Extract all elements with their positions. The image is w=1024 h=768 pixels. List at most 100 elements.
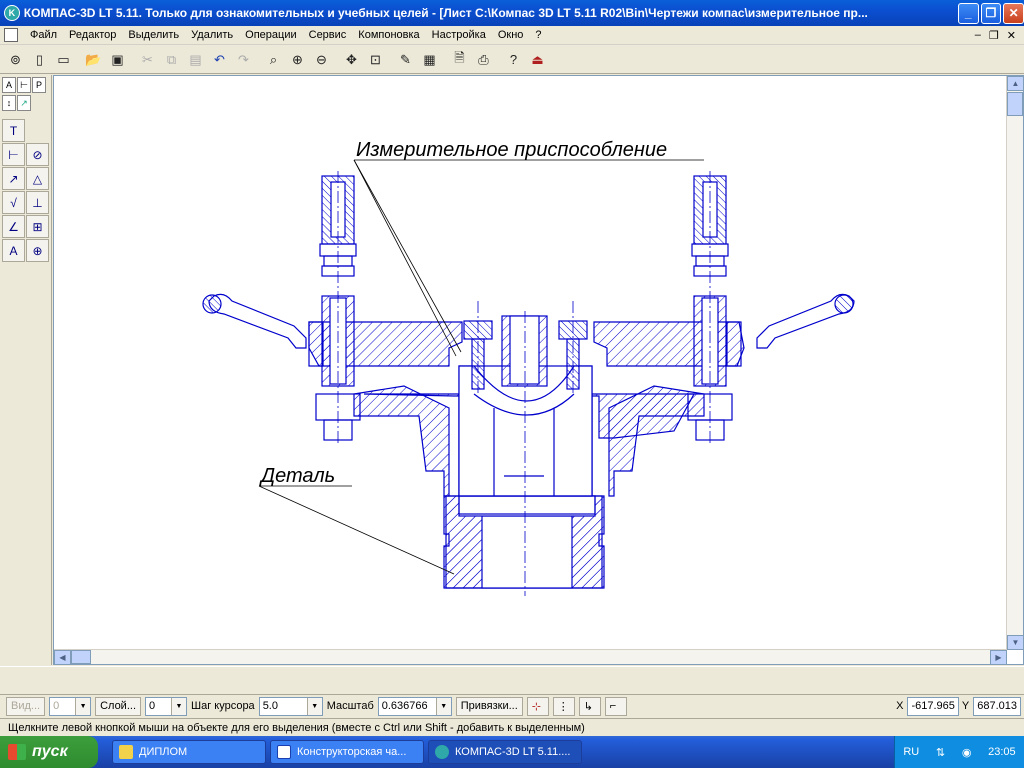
label-detail: Деталь: [259, 465, 335, 487]
linear-dimension-icon[interactable]: ⊢: [2, 143, 25, 166]
zoom-in-icon[interactable]: ⊕: [286, 48, 309, 71]
clock[interactable]: 23:05: [988, 746, 1016, 758]
task-word-document[interactable]: Конструкторская ча...: [270, 740, 424, 764]
zoom-window-icon[interactable]: ⌕: [262, 48, 285, 71]
copy-icon[interactable]: ⧉: [160, 48, 183, 71]
step-label: Шаг курсора: [191, 700, 255, 712]
exit-icon[interactable]: ⏏: [526, 48, 549, 71]
model-icon[interactable]: ⊚: [4, 48, 27, 71]
properties-icon[interactable]: ▦: [418, 48, 441, 71]
scroll-down-icon[interactable]: ▼: [1007, 635, 1024, 650]
menu-service[interactable]: Сервис: [303, 29, 353, 41]
menu-bar: Файл Редактор Выделить Удалить Операции …: [0, 26, 1024, 45]
start-button[interactable]: пуск: [0, 736, 98, 768]
roughness-icon[interactable]: √: [2, 191, 25, 214]
tab-parameters[interactable]: P: [32, 77, 46, 93]
snaps-button[interactable]: Привязки...: [455, 696, 523, 716]
scale-select[interactable]: 0.636766 ▼: [377, 696, 452, 716]
menu-operations[interactable]: Операции: [239, 29, 302, 41]
new-document-icon[interactable]: ▭: [52, 48, 75, 71]
angle-dimension-icon[interactable]: △: [26, 167, 49, 190]
base-symbol-icon[interactable]: ⊥: [26, 191, 49, 214]
drawing-area[interactable]: Измерительное приспособление Деталь ▲ ▼ …: [53, 75, 1024, 665]
leader-line-icon[interactable]: ∠: [2, 215, 25, 238]
task-label: Конструкторская ча...: [297, 746, 407, 758]
task-diplom[interactable]: ДИПЛОМ: [112, 740, 266, 764]
diameter-dimension-icon[interactable]: ⊘: [26, 143, 49, 166]
chevron-down-icon[interactable]: ▼: [75, 697, 91, 715]
redraw-icon[interactable]: ✎: [394, 48, 417, 71]
view-select[interactable]: 0 ▼: [49, 696, 92, 716]
zoom-out-icon[interactable]: ⊖: [310, 48, 333, 71]
kompas-app-icon[interactable]: K: [4, 5, 20, 21]
y-coordinate-field[interactable]: 687.013: [973, 696, 1021, 716]
language-indicator[interactable]: RU: [903, 746, 919, 758]
step-select[interactable]: 5.0 ▼: [258, 696, 323, 716]
folder-icon: [119, 745, 133, 759]
restore-button[interactable]: ❐: [980, 2, 1002, 24]
minimize-button[interactable]: _: [957, 2, 979, 24]
layer-button[interactable]: Слой...: [95, 696, 141, 716]
open-folder-icon[interactable]: 📂: [82, 48, 105, 71]
drawing-canvas[interactable]: Измерительное приспособление Деталь: [54, 76, 1007, 650]
menu-settings[interactable]: Настройка: [426, 29, 492, 41]
scroll-left-icon[interactable]: ◀: [54, 650, 71, 665]
menu-layout[interactable]: Компоновка: [352, 29, 425, 41]
layer-select[interactable]: 0 ▼: [145, 696, 187, 716]
scroll-up-icon[interactable]: ▲: [1007, 76, 1024, 91]
task-label: КОМПАС-3D LT 5.11....: [455, 746, 571, 758]
cut-icon[interactable]: ✂: [136, 48, 159, 71]
assembly-drawing[interactable]: [202, 171, 855, 596]
new-sheet-icon[interactable]: ▯: [28, 48, 51, 71]
vertical-scroll-thumb[interactable]: [1007, 92, 1023, 116]
current-snap-icon[interactable]: ⊹: [526, 696, 549, 716]
vertical-scrollbar[interactable]: ▲ ▼: [1006, 76, 1024, 650]
horizontal-scroll-thumb[interactable]: [71, 650, 91, 664]
volume-icon[interactable]: ◉: [962, 746, 972, 759]
paste-icon[interactable]: ▤: [184, 48, 207, 71]
preview-icon[interactable]: 🗎: [448, 48, 471, 71]
close-button[interactable]: ✕: [1003, 2, 1024, 24]
redo-icon[interactable]: ↷: [232, 48, 255, 71]
menu-help[interactable]: ?: [529, 29, 547, 41]
chevron-down-icon[interactable]: ▼: [435, 697, 451, 715]
network-icon[interactable]: ⇅: [936, 746, 945, 759]
tab-geometry[interactable]: A: [2, 77, 16, 93]
print-icon[interactable]: ⎙: [472, 48, 495, 71]
status-bar: Щелкните левой кнопкой мыши на объекте д…: [0, 718, 1024, 736]
horizontal-scrollbar[interactable]: ◀ ▶: [54, 649, 1007, 665]
document-icon[interactable]: [4, 28, 18, 42]
menu-delete[interactable]: Удалить: [185, 29, 239, 41]
tolerance-frame-icon[interactable]: ⊞: [26, 215, 49, 238]
task-kompas[interactable]: КОМПАС-3D LT 5.11....: [428, 740, 582, 764]
tab-edit[interactable]: ↕: [2, 95, 16, 111]
mdi-close-icon[interactable]: ✕: [1007, 29, 1016, 42]
x-coordinate-field[interactable]: -617.965: [907, 696, 959, 716]
menu-select[interactable]: Выделить: [122, 29, 185, 41]
position-mark-icon[interactable]: A: [2, 239, 25, 262]
menu-window[interactable]: Окно: [492, 29, 530, 41]
undo-icon[interactable]: ↶: [208, 48, 231, 71]
scroll-right-icon[interactable]: ▶: [990, 650, 1007, 665]
pan-icon[interactable]: ✥: [340, 48, 363, 71]
menu-editor[interactable]: Редактор: [63, 29, 122, 41]
save-icon[interactable]: ▣: [106, 48, 129, 71]
view-button[interactable]: Вид...: [6, 696, 46, 716]
mdi-restore-icon[interactable]: ❐: [989, 29, 999, 42]
ortho-mode-icon[interactable]: ⌐: [604, 696, 627, 716]
tab-select[interactable]: ↗: [17, 95, 31, 111]
text-tool-icon[interactable]: T: [2, 119, 25, 142]
grid-icon[interactable]: ⋮: [552, 696, 575, 716]
chevron-down-icon[interactable]: ▼: [171, 697, 186, 715]
center-mark-icon[interactable]: ⊕: [26, 239, 49, 262]
context-help-icon[interactable]: ?: [502, 48, 525, 71]
chevron-down-icon[interactable]: ▼: [306, 697, 322, 715]
radial-dimension-icon[interactable]: ↗: [2, 167, 25, 190]
tab-dimensions[interactable]: ⊢: [17, 77, 31, 93]
menu-file[interactable]: Файл: [24, 29, 63, 41]
windows-flag-icon: [8, 744, 26, 760]
local-cs-icon[interactable]: ↳: [578, 696, 601, 716]
show-all-icon[interactable]: ⊡: [364, 48, 387, 71]
mdi-minimize-icon[interactable]: –: [975, 29, 981, 42]
windows-taskbar: пуск ДИПЛОМ Конструкторская ча... КОМПАС…: [0, 736, 1024, 768]
